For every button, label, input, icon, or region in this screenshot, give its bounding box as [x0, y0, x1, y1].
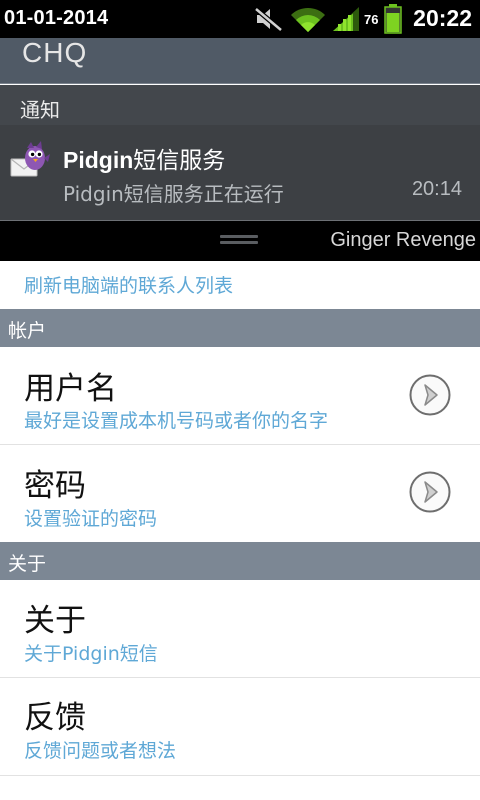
pref-item-about[interactable]: 关于 关于Pidgin短信 — [0, 580, 480, 677]
pref-item-title: 反馈 — [24, 700, 86, 736]
section-header-label: 关于 — [8, 553, 47, 575]
battery-icon — [384, 4, 402, 34]
notification-title-bold: Pidgin — [63, 147, 134, 173]
notifications-section-header: 通知 — [0, 85, 480, 125]
pref-item-summary: 关于Pidgin短信 — [24, 643, 158, 665]
carrier-label: Ginger Revenge — [330, 229, 476, 251]
shade-drag-handle[interactable]: Ginger Revenge — [0, 221, 480, 261]
status-date: 01-01-2014 — [4, 7, 109, 29]
section-header-about: 关于 — [0, 542, 480, 580]
pref-item-feedback[interactable]: 反馈 反馈问题或者想法 — [0, 678, 480, 775]
notification-title-rest: 短信服务 — [133, 148, 226, 174]
notification-title: Pidgin短信服务 — [63, 141, 225, 175]
pref-item-summary: 设置验证的密码 — [24, 508, 158, 530]
notification-item[interactable]: Pidgin短信服务 Pidgin短信服务正在运行 20:14 — [0, 125, 480, 221]
notification-text: Pidgin短信服务正在运行 — [63, 182, 284, 206]
divider — [0, 83, 480, 84]
notification-time: 20:14 — [411, 178, 462, 200]
chevron-right-icon[interactable] — [409, 471, 451, 513]
battery-level: 76 — [364, 12, 379, 27]
pref-item-summary: 反馈问题或者想法 — [24, 740, 177, 762]
section-header-label: 帐户 — [8, 320, 47, 342]
pref-item-refresh[interactable]: 刷新电脑端的联系人列表 — [0, 261, 480, 309]
shade-header: CHQ — [0, 37, 480, 84]
pref-item-username[interactable]: 用户名 最好是设置成本机号码或者你的名字 — [0, 347, 480, 444]
status-time: 20:22 — [413, 5, 472, 31]
status-bar: 01-01-2014 76 20:22 — [0, 0, 480, 38]
chevron-right-icon[interactable] — [409, 374, 451, 416]
pref-item-summary: 最好是设置成本机号码或者你的名字 — [24, 410, 329, 432]
pref-item-password[interactable]: 密码 设置验证的密码 — [0, 445, 480, 542]
mute-icon — [254, 7, 283, 32]
section-label: 通知 — [20, 98, 60, 122]
grip-icon — [220, 235, 258, 245]
section-header-account: 帐户 — [0, 309, 480, 347]
pref-item-summary: 刷新电脑端的联系人列表 — [24, 275, 234, 297]
wifi-icon — [291, 7, 325, 32]
pref-item-title: 密码 — [24, 468, 86, 504]
pref-item-title: 用户名 — [24, 371, 117, 407]
shade-title: CHQ — [22, 37, 88, 68]
divider — [0, 775, 480, 776]
pidgin-icon — [10, 141, 50, 177]
pref-item-title: 关于 — [24, 603, 86, 639]
signal-icon — [333, 7, 359, 31]
